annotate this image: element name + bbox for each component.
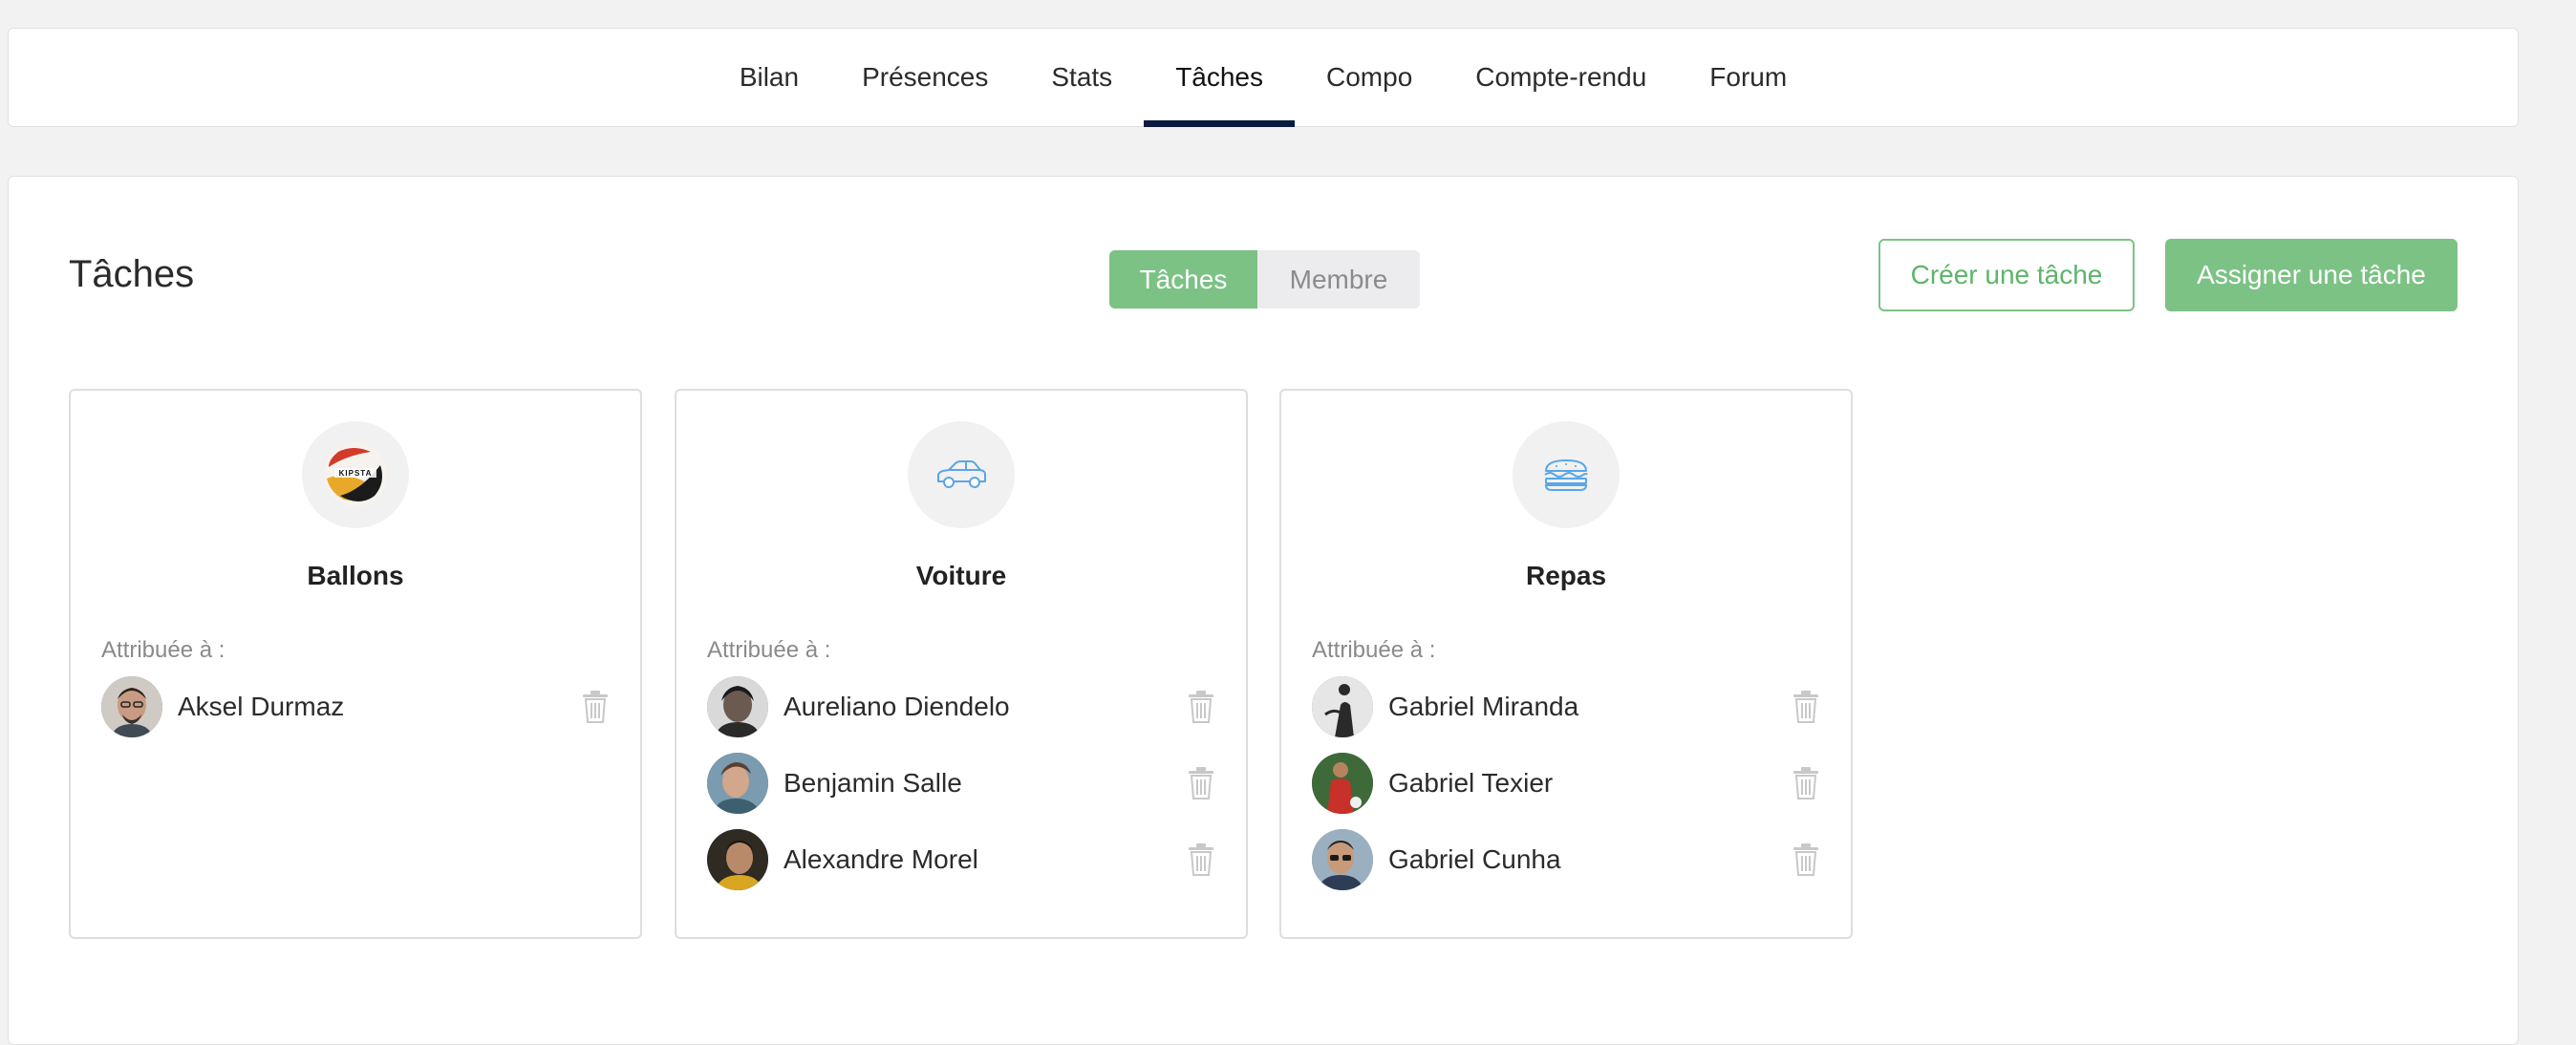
tab-stats[interactable]: Stats	[1020, 29, 1144, 126]
assignee-row: Benjamin Salle	[707, 752, 1217, 815]
toggle-tasks[interactable]: Tâches	[1109, 250, 1257, 309]
trash-icon[interactable]	[581, 690, 610, 724]
assignee-name: Aksel Durmaz	[178, 692, 345, 721]
task-name: Repas	[1525, 561, 1607, 590]
avatar	[1312, 753, 1373, 814]
task-card-ballons: KIPSTA Ballons Attribuée à : Aksel Durma…	[69, 389, 642, 939]
top-navigation: Bilan Présences Stats Tâches Compo Compt…	[8, 28, 2519, 127]
tab-forum[interactable]: Forum	[1678, 29, 1818, 126]
toggle-member[interactable]: Membre	[1257, 250, 1420, 309]
sandwich-icon	[1513, 421, 1620, 528]
assignee-name: Benjamin Salle	[784, 768, 962, 798]
tab-presences[interactable]: Présences	[830, 29, 1020, 126]
assigned-label: Attribuée à :	[101, 637, 225, 663]
trash-icon[interactable]	[1792, 690, 1820, 724]
avatar	[707, 829, 768, 890]
assignee-row: Alexandre Morel	[707, 828, 1217, 891]
assignee-row: Aureliano Diendelo	[707, 675, 1217, 738]
task-card-voiture: Voiture Attribuée à : Aureliano Diendelo	[675, 389, 1248, 939]
trash-icon[interactable]	[1187, 766, 1215, 800]
tab-taches[interactable]: Tâches	[1144, 29, 1295, 127]
assignee-row: Aksel Durmaz	[101, 675, 612, 738]
assignee-name: Gabriel Cunha	[1388, 844, 1561, 874]
avatar	[707, 676, 768, 737]
assignee-name: Alexandre Morel	[784, 844, 978, 874]
view-toggle: Tâches Membre	[1109, 250, 1420, 309]
tasks-panel: Tâches Tâches Membre Créer une tâche Ass…	[8, 176, 2519, 1045]
create-task-button[interactable]: Créer une tâche	[1878, 239, 2135, 311]
trash-icon[interactable]	[1792, 842, 1820, 877]
avatar	[707, 753, 768, 814]
kipsta-ball-logo: KIPSTA	[302, 421, 409, 528]
assigned-label: Attribuée à :	[1312, 637, 1436, 663]
tab-bar: Bilan Présences Stats Tâches Compo Compt…	[9, 29, 2518, 127]
assign-task-button[interactable]: Assigner une tâche	[2165, 239, 2458, 311]
avatar	[101, 676, 162, 737]
assignee-name: Aureliano Diendelo	[784, 692, 1010, 721]
trash-icon[interactable]	[1187, 842, 1215, 877]
page-title: Tâches	[69, 253, 195, 295]
task-name: Ballons	[307, 561, 404, 590]
assignee-row: Gabriel Texier	[1312, 752, 1822, 815]
assignee-name: Gabriel Miranda	[1388, 692, 1579, 721]
avatar	[1312, 829, 1373, 890]
avatar	[1312, 676, 1373, 737]
task-name: Voiture	[915, 561, 1007, 590]
assignee-row: Gabriel Cunha	[1312, 828, 1822, 891]
trash-icon[interactable]	[1187, 690, 1215, 724]
trash-icon[interactable]	[1792, 766, 1820, 800]
car-icon	[908, 421, 1015, 528]
tab-bilan[interactable]: Bilan	[708, 29, 830, 126]
task-card-repas: Repas Attribuée à : Gabriel Miranda Gabr…	[1279, 389, 1853, 939]
assigned-label: Attribuée à :	[707, 637, 831, 663]
assignee-row: Gabriel Miranda	[1312, 675, 1822, 738]
assignee-name: Gabriel Texier	[1388, 768, 1554, 798]
tab-compo[interactable]: Compo	[1295, 29, 1444, 126]
svg-text:KIPSTA: KIPSTA	[339, 469, 373, 478]
tab-compte-rendu[interactable]: Compte-rendu	[1444, 29, 1678, 126]
